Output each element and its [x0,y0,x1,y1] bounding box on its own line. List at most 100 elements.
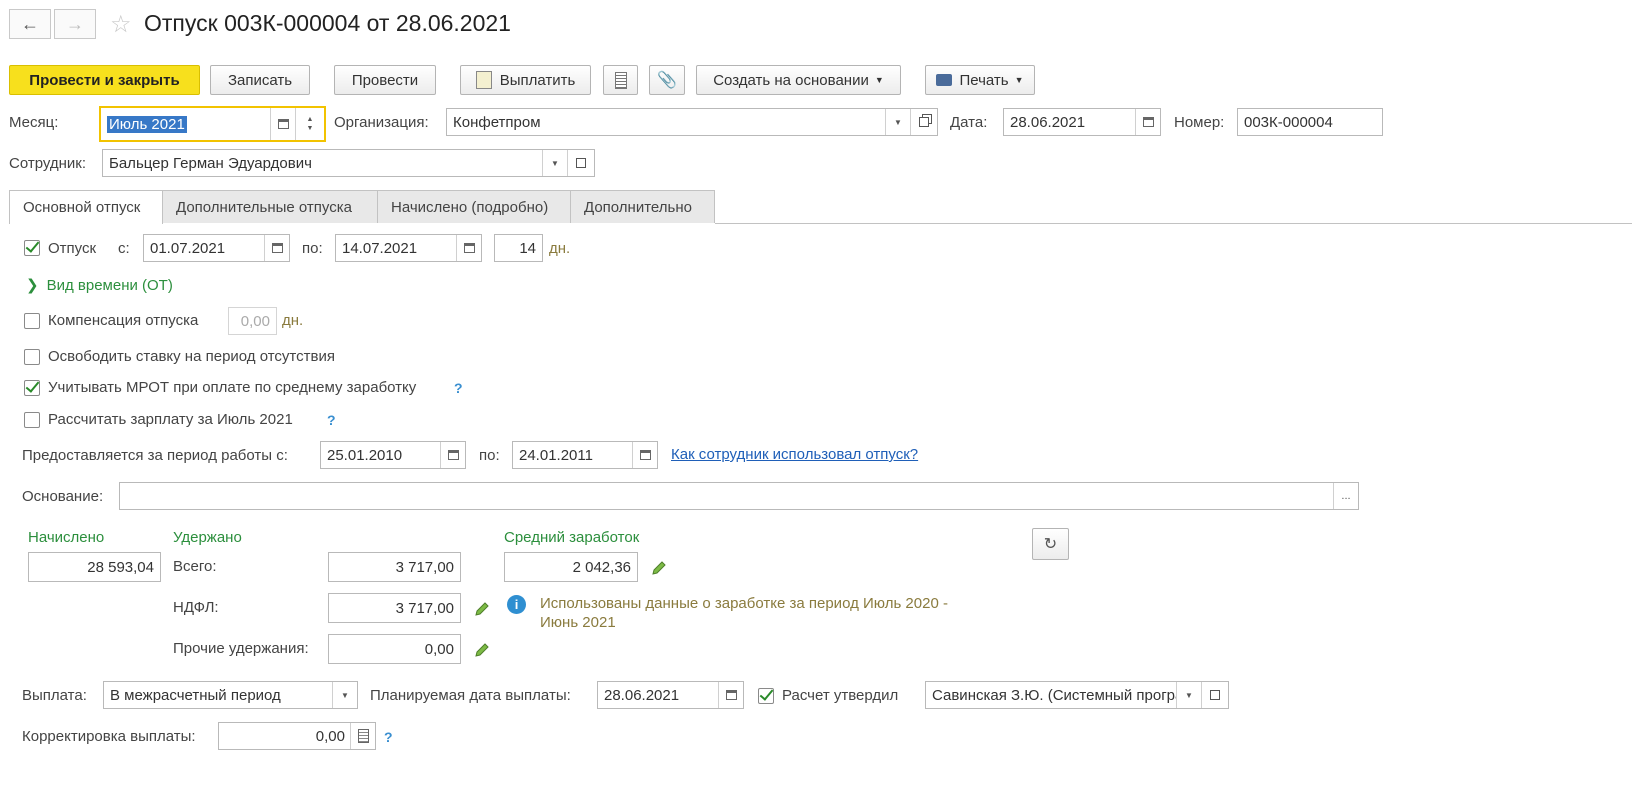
print-button[interactable]: Печать ▼ [925,65,1035,95]
chevron-down-icon: ▼ [874,75,884,85]
ndfl-value: 3 717,00 [395,599,454,617]
compensation-days-value: 0,00 [240,312,270,330]
post-and-close-button[interactable]: Провести и закрыть [9,65,200,95]
spin-down-icon: ▼ [306,125,314,132]
time-type-expander[interactable]: ❯ Вид времени (ОТ) [26,276,173,294]
organization-field[interactable]: Конфетпром ▼ [446,108,938,136]
date-field[interactable]: 28.06.2021 [1003,108,1161,136]
employee-open-button[interactable] [567,150,594,176]
basis-label: Основание: [22,488,104,505]
other-withholdings-edit-pencil-icon[interactable] [474,642,490,658]
save-button[interactable]: Записать [210,65,310,95]
vacation-to-label: по: [302,240,323,257]
basis-field[interactable]: ... [119,482,1359,510]
planned-date-field[interactable]: 28.06.2021 [597,681,744,709]
basis-select-button[interactable]: ... [1333,483,1358,509]
vacation-days-field[interactable]: 14 [494,234,543,262]
report-button[interactable] [603,65,638,95]
vacation-to-field[interactable]: 14.07.2021 [335,234,482,262]
correction-field[interactable]: 0,00 [218,722,376,750]
organization-dropdown-button[interactable]: ▼ [885,109,910,135]
calendar-icon [1142,117,1154,127]
calendar-button[interactable] [270,108,295,140]
tab-accrued-details[interactable]: Начислено (подробно) [377,190,571,223]
period-label: Предоставляется за период работы с: [22,447,288,464]
vacation-from-field[interactable]: 01.07.2021 [143,234,290,262]
calc-salary-checkbox[interactable] [24,412,40,428]
planned-date-calendar-button[interactable] [718,682,743,708]
approved-by-dropdown-button[interactable]: ▼ [1176,682,1201,708]
date-calendar-button[interactable] [1135,109,1160,135]
accrued-field[interactable]: 28 593,04 [28,552,161,582]
average-edit-pencil-icon[interactable] [651,560,667,576]
compensation-days-field[interactable]: 0,00 [228,307,277,335]
vacation-label: Отпуск [48,240,97,257]
compensation-label: Компенсация отпуска [48,312,199,329]
average-earnings-field[interactable]: 2 042,36 [504,552,638,582]
month-label: Месяц: [9,114,59,131]
document-pay-icon [475,71,492,89]
ndfl-edit-pencil-icon[interactable] [474,601,490,617]
release-rate-checkbox[interactable] [24,349,40,365]
month-spin-button[interactable]: ▲ ▼ [295,108,324,140]
correction-label: Корректировка выплаты: [22,728,196,745]
accrued-title: Начислено [28,529,105,546]
compensation-checkbox[interactable] [24,313,40,329]
chevron-down-icon: ▼ [341,690,349,700]
period-from-field[interactable]: 25.01.2010 [320,441,466,469]
approved-checkbox[interactable] [758,688,774,704]
release-rate-label: Освободить ставку на период отсутствия [48,348,335,365]
create-based-button[interactable]: Создать на основании ▼ [696,65,901,95]
payment-dropdown-button[interactable]: ▼ [332,682,357,708]
calendar-icon [725,690,737,700]
mrot-help-icon[interactable]: ? [454,380,463,396]
vacation-usage-link[interactable]: Как сотрудник использовал отпуск? [671,446,918,463]
forward-button[interactable]: → [54,9,96,39]
calc-salary-help-icon[interactable]: ? [327,412,336,428]
period-to-calendar-button[interactable] [632,442,657,468]
tab-divider [715,223,1632,224]
info-icon: i [507,595,526,614]
time-type-label: Вид времени (ОТ) [46,277,173,294]
organization-open-button[interactable] [910,109,937,135]
date-label: Дата: [950,114,988,131]
chevron-down-icon: ▼ [1185,690,1193,700]
correction-help-icon[interactable]: ? [384,729,393,745]
tab-main-vacation[interactable]: Основной отпуск [9,190,163,224]
withheld-total-value: 3 717,00 [395,558,454,576]
vacation-to-calendar-button[interactable] [456,235,481,261]
period-from-calendar-button[interactable] [440,442,465,468]
other-withholdings-value: 0,00 [424,640,454,658]
refresh-button[interactable]: ↻ [1032,528,1069,560]
vacation-checkbox[interactable] [24,240,40,256]
back-button[interactable]: ← [9,9,51,39]
pay-button[interactable]: Выплатить [460,65,591,95]
ndfl-field[interactable]: 3 717,00 [328,593,461,623]
tab-additional[interactable]: Дополнительно [570,190,715,223]
withheld-total-field[interactable]: 3 717,00 [328,552,461,582]
ndfl-label: НДФЛ: [173,599,219,616]
arrow-right-icon: → [66,13,84,34]
period-to-field[interactable]: 24.01.2011 [512,441,658,469]
chevron-down-icon: ▼ [551,158,559,168]
calc-salary-label: Рассчитать зарплату за Июль 2021 [48,411,293,428]
star-icon[interactable]: ☆ [110,10,132,39]
approved-by-open-button[interactable] [1201,682,1228,708]
post-button[interactable]: Провести [334,65,436,95]
calculator-button[interactable] [350,723,375,749]
employee-field[interactable]: Бальцер Герман Эдуардович ▼ [102,149,595,177]
approved-by-field[interactable]: Савинская З.Ю. (Системный программист) ▼ [925,681,1229,709]
vacation-to-value: 14.07.2021 [342,239,418,257]
payment-field[interactable]: В межрасчетный период ▼ [103,681,358,709]
attach-button[interactable]: 📎 [649,65,685,95]
period-to-label: по: [479,447,500,464]
mrot-checkbox[interactable] [24,380,40,396]
month-field[interactable]: Июль 2021 ▲ ▼ [99,106,326,142]
print-label: Печать [959,71,1009,89]
number-field[interactable]: 003К-000004 [1237,108,1383,136]
other-withholdings-field[interactable]: 0,00 [328,634,461,664]
employee-dropdown-button[interactable]: ▼ [542,150,567,176]
vacation-days-value: 14 [519,239,536,257]
vacation-from-calendar-button[interactable] [264,235,289,261]
tab-additional-vacations[interactable]: Дополнительные отпуска [162,190,378,223]
